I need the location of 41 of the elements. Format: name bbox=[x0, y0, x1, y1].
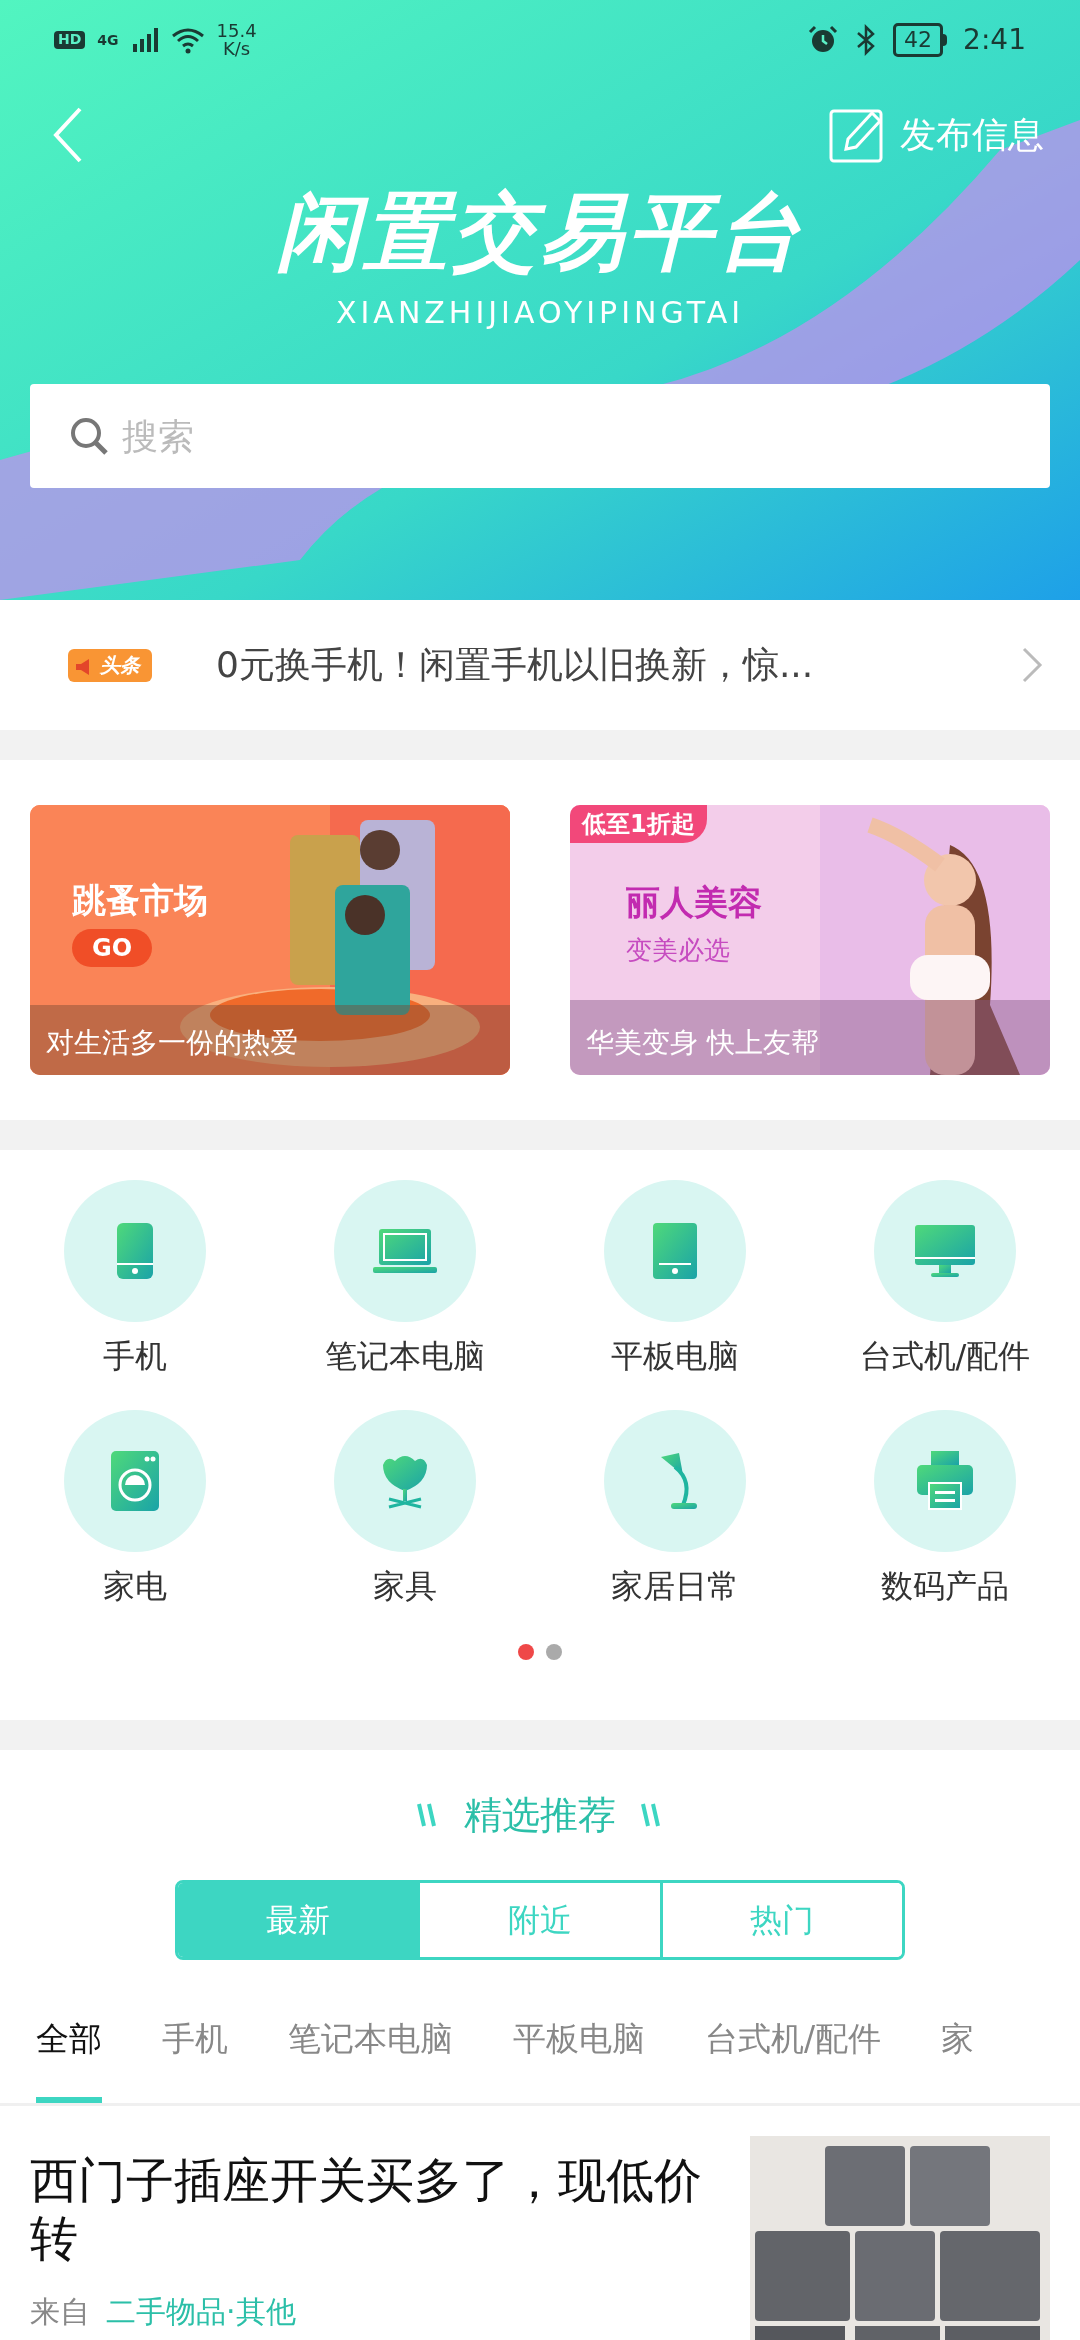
platform-subtitle: XIANZHIJIAOYIPINGTAI bbox=[335, 298, 745, 328]
category-label[interactable]: 数码产品 bbox=[881, 1566, 1009, 1606]
headline-badge: 头条 bbox=[68, 648, 152, 682]
promo-banner[interactable]: 低至1折起 丽人美容 变美必选 华美变身 快上友帮 bbox=[570, 805, 1050, 1075]
category-label[interactable]: 笔记本电脑 bbox=[325, 1336, 485, 1376]
category-tab[interactable]: 全部 bbox=[36, 2000, 102, 2103]
listing-title[interactable]: 西门子插座开关买多了，现低价转 bbox=[30, 2152, 710, 2268]
hd-badge: HD bbox=[54, 31, 86, 49]
category-tab[interactable]: 家 bbox=[941, 2000, 975, 2103]
banner-subtitle: 变美必选 bbox=[626, 937, 730, 963]
category-tab[interactable]: 手机 bbox=[162, 2000, 228, 2103]
category-label[interactable]: 台式机/配件 bbox=[859, 1336, 1031, 1376]
promo-banner[interactable]: 跳蚤市场 GO 对生活多一份的热爱 bbox=[30, 805, 510, 1075]
banner-title: 跳蚤市场 bbox=[72, 883, 208, 917]
category-tab[interactable]: 台式机/配件 bbox=[705, 2000, 882, 2103]
platform-title: 闲置交易平台 bbox=[276, 190, 804, 274]
banner-caption: 对生活多一份的热爱 bbox=[46, 1029, 298, 1057]
listing-category[interactable]: 二手物品·其他 bbox=[106, 2289, 296, 2335]
category-label[interactable]: 家具 bbox=[373, 1566, 437, 1606]
clock: 2:41 bbox=[963, 22, 1026, 58]
source-label: 来自 bbox=[30, 2293, 90, 2332]
banner-title: 丽人美容 bbox=[626, 885, 762, 919]
section-title: 精选推荐 bbox=[464, 1791, 616, 1839]
category-label[interactable]: 家居日常 bbox=[611, 1566, 739, 1606]
network-label: 4G bbox=[97, 30, 119, 50]
network-speed: 15.4 bbox=[216, 22, 257, 40]
signal-icon bbox=[130, 26, 159, 54]
chevron-right-icon[interactable] bbox=[1020, 645, 1044, 685]
search-icon bbox=[68, 415, 110, 457]
category-label[interactable]: 平板电脑 bbox=[611, 1336, 739, 1376]
category-tab[interactable]: 平板电脑 bbox=[513, 2000, 645, 2103]
headline-text[interactable]: 0元换手机！闲置手机以旧换新，惊... bbox=[216, 638, 1020, 692]
banner-caption: 华美变身 快上友帮 bbox=[586, 1029, 819, 1057]
search-field[interactable]: 搜索 bbox=[30, 384, 1050, 488]
go-button[interactable]: GO bbox=[72, 929, 153, 967]
category-label[interactable]: 家电 bbox=[103, 1566, 167, 1606]
speed-unit: K/s bbox=[223, 40, 251, 58]
category-tab[interactable]: 笔记本电脑 bbox=[288, 2000, 453, 2103]
wifi-icon bbox=[170, 26, 205, 54]
category-label[interactable]: 手机 bbox=[103, 1336, 167, 1376]
discount-tag: 低至1折起 bbox=[570, 805, 707, 843]
